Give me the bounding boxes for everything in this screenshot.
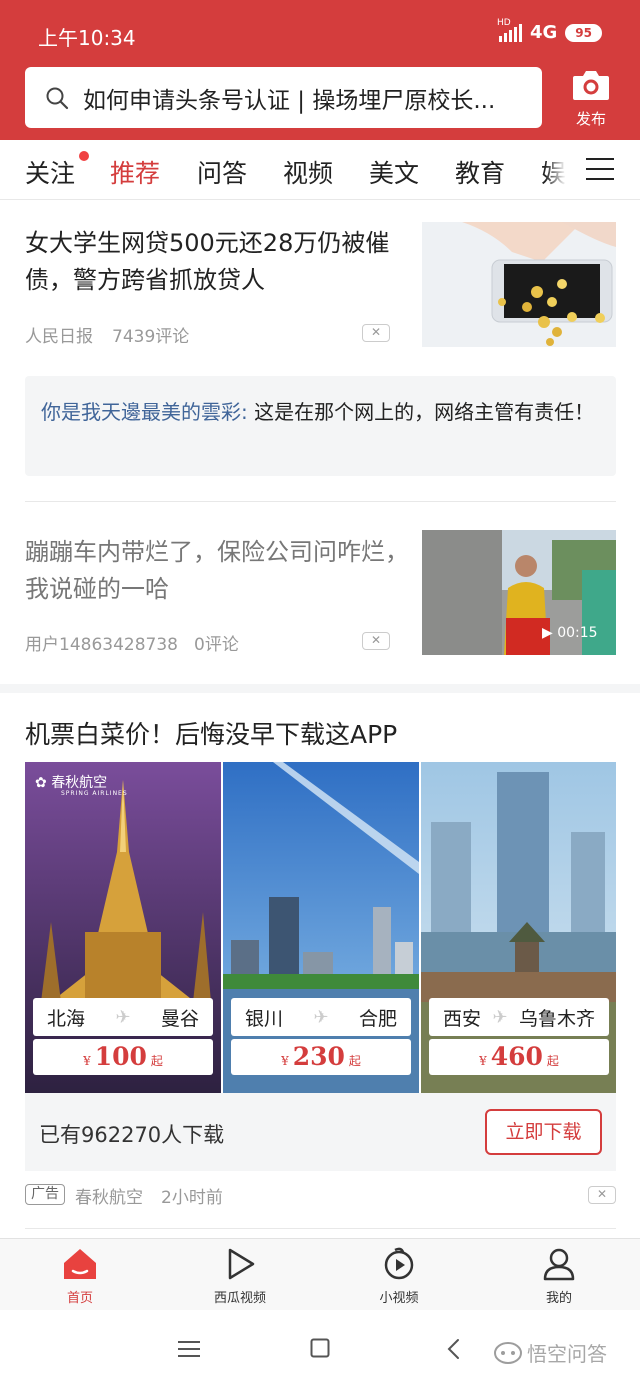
ad-route-card[interactable]: ✿ 春秋航空 SPRING AIRLINES 北海 ✈ 曼谷 ¥100 起 bbox=[25, 762, 221, 1093]
nav-mine[interactable]: 我的 bbox=[514, 1247, 604, 1306]
status-time: 上午10:34 bbox=[38, 26, 136, 50]
user-icon bbox=[543, 1248, 575, 1281]
signal-icon: HD bbox=[497, 18, 522, 42]
route-price: ¥230 起 bbox=[231, 1039, 411, 1075]
ad-badge: 广告 bbox=[25, 1184, 65, 1205]
download-count: 已有962270人下载 bbox=[39, 1123, 225, 1147]
menu-icon[interactable] bbox=[178, 1340, 200, 1358]
article-comments: 7439评论 bbox=[112, 327, 190, 347]
publish-button[interactable]: 发布 bbox=[566, 68, 616, 129]
tab-recommend[interactable]: 推荐 bbox=[110, 154, 160, 190]
plane-icon: ✈ bbox=[492, 1006, 508, 1028]
tab-qa[interactable]: 问答 bbox=[197, 154, 247, 190]
watermark: 悟空问答 bbox=[493, 1338, 607, 1367]
comment-user[interactable]: 你是我天邊最美的雲彩: bbox=[41, 400, 248, 424]
notification-dot bbox=[79, 151, 89, 161]
video-thumbnail[interactable]: ▶ 00:15 bbox=[422, 530, 616, 655]
bottom-nav: 首页 西瓜视频 小视频 我的 bbox=[0, 1238, 640, 1310]
short-video-icon bbox=[384, 1247, 414, 1280]
download-button[interactable]: 立即下载 bbox=[485, 1109, 602, 1155]
ad-route-card[interactable]: 西安 ✈ 乌鲁木齐 ¥460 起 bbox=[421, 762, 616, 1093]
route-label: 北海 ✈ 曼谷 bbox=[33, 998, 213, 1036]
channel-tabs: 关注 推荐 问答 视频 美文 教育 娱 bbox=[0, 140, 640, 200]
ad-time: 2小时前 bbox=[161, 1188, 223, 1208]
route-label: 西安 ✈ 乌鲁木齐 bbox=[429, 998, 609, 1036]
article-thumbnail[interactable] bbox=[422, 222, 616, 347]
tab-follow[interactable]: 关注 bbox=[25, 154, 75, 190]
route-price: ¥460 起 bbox=[429, 1039, 609, 1075]
channel-menu-icon[interactable] bbox=[586, 158, 614, 188]
network-type: 4G bbox=[529, 22, 558, 43]
article-comments: 0评论 bbox=[194, 635, 239, 655]
article-title[interactable]: 女大学生网贷500元还28万仍被催债，警方跨省抓放贷人 bbox=[25, 225, 410, 299]
nav-xigua-video[interactable]: 西瓜视频 bbox=[195, 1247, 285, 1306]
wukong-logo-icon bbox=[494, 1341, 522, 1364]
status-icons: HD 4G 95 bbox=[497, 18, 602, 43]
ad-title[interactable]: 机票白菜价！后悔没早下载这APP bbox=[25, 715, 397, 751]
plane-icon: ✈ bbox=[313, 1006, 329, 1028]
nav-home[interactable]: 首页 bbox=[35, 1247, 125, 1306]
video-duration: ▶ 00:15 bbox=[542, 625, 598, 641]
tab-video[interactable]: 视频 bbox=[283, 154, 333, 190]
route-price: ¥100 起 bbox=[33, 1039, 213, 1075]
tab-education[interactable]: 教育 bbox=[455, 154, 505, 190]
home-icon bbox=[64, 1249, 96, 1279]
home-square-icon[interactable] bbox=[310, 1338, 330, 1358]
play-icon bbox=[228, 1248, 255, 1280]
phone-coins-image bbox=[422, 222, 616, 347]
article-source: 人民日报 bbox=[25, 327, 93, 347]
top-header: 上午10:34 HD 4G 95 如何申请头条号认证 | 操场埋尸原校长... … bbox=[0, 0, 640, 140]
search-input[interactable]: 如何申请头条号认证 | 操场埋尸原校长... bbox=[25, 67, 542, 128]
search-icon bbox=[46, 87, 69, 109]
nav-short-video[interactable]: 小视频 bbox=[354, 1247, 444, 1306]
comment-text: 这是在那个网上的，网络主管有责任！ bbox=[247, 400, 595, 424]
camera-icon bbox=[573, 71, 609, 100]
dismiss-button[interactable]: ✕ bbox=[362, 324, 390, 342]
ad-advertiser: 春秋航空 bbox=[75, 1188, 143, 1208]
dismiss-button[interactable]: ✕ bbox=[588, 1186, 616, 1204]
article-title[interactable]: 蹦蹦车内带烂了，保险公司问咋烂，我说碰的一哈 bbox=[25, 534, 410, 608]
article-source: 用户14863428738 bbox=[25, 635, 178, 655]
airline-logo: ✿ 春秋航空 SPRING AIRLINES bbox=[35, 775, 128, 797]
tab-essay[interactable]: 美文 bbox=[369, 154, 419, 190]
plane-icon: ✈ bbox=[115, 1006, 131, 1028]
ad-route-card[interactable]: 银川 ✈ 合肥 ¥230 起 bbox=[223, 762, 419, 1093]
search-query: 如何申请头条号认证 | 操场埋尸原校长... bbox=[83, 87, 496, 114]
featured-comment[interactable]: 你是我天邊最美的雲彩: 这是在那个网上的，网络主管有责任！ bbox=[25, 376, 616, 476]
route-label: 银川 ✈ 合肥 bbox=[231, 998, 411, 1036]
ad-download-bar: 已有962270人下载 立即下载 bbox=[25, 1093, 616, 1171]
dismiss-button[interactable]: ✕ bbox=[362, 632, 390, 650]
back-icon[interactable] bbox=[446, 1338, 460, 1360]
battery-icon: 95 bbox=[565, 23, 602, 42]
